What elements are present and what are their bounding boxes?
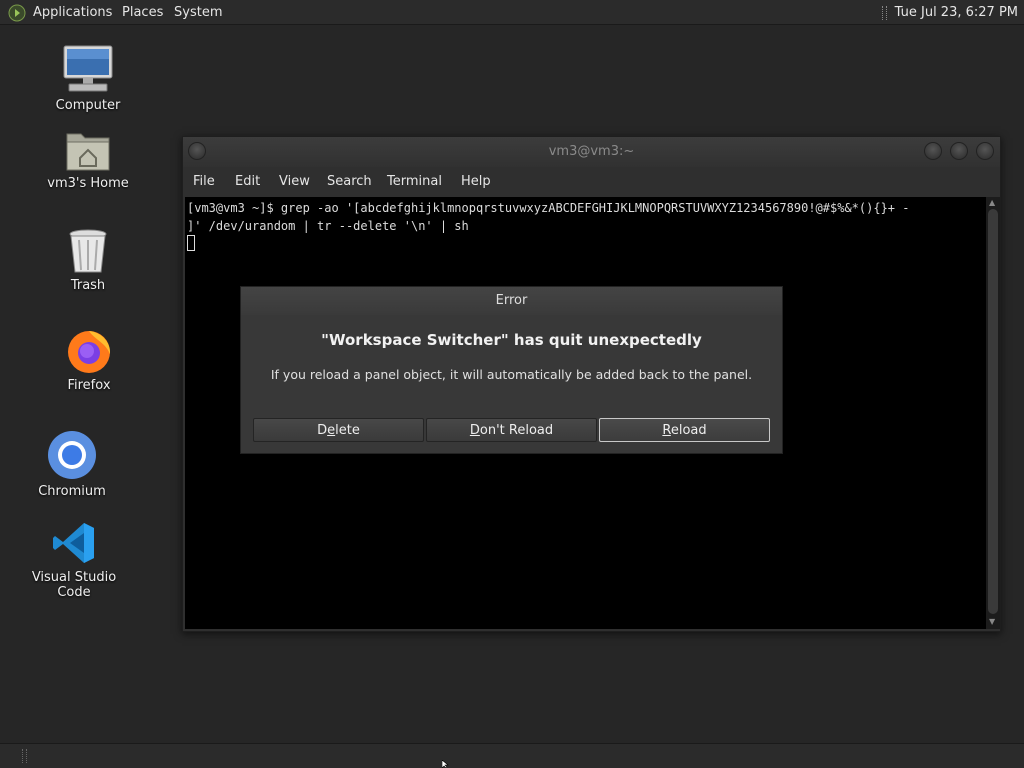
- scrollbar-thumb[interactable]: [988, 209, 998, 614]
- terminal-line: [vm3@vm3 ~]$ grep -ao '[abcdefghijklmnop…: [187, 201, 910, 215]
- desktop-icon-label: vm3's Home: [47, 176, 129, 191]
- gnome-foot-icon[interactable]: [8, 4, 26, 22]
- close-button[interactable]: [976, 142, 994, 160]
- error-dialog[interactable]: Error "Workspace Switcher" has quit unex…: [240, 286, 783, 454]
- desktop-icon-label: Visual Studio Code: [31, 570, 117, 600]
- maximize-button[interactable]: [950, 142, 968, 160]
- desktop-icon-home[interactable]: vm3's Home: [28, 128, 148, 191]
- mnemonic: D: [469, 423, 480, 438]
- dont-reload-button[interactable]: Don't Reload: [426, 418, 597, 442]
- window-title: vm3@vm3:~: [548, 144, 635, 159]
- button-text: on't Reload: [479, 423, 554, 438]
- places-menu[interactable]: Places: [122, 0, 163, 25]
- scroll-up-arrow[interactable]: ▲: [989, 198, 995, 207]
- menu-terminal[interactable]: Terminal: [387, 167, 442, 197]
- menu-file[interactable]: File: [193, 167, 215, 197]
- terminal-cursor: [187, 235, 195, 251]
- button-text: D: [317, 423, 328, 438]
- mnemonic: e: [327, 423, 336, 438]
- title-bar[interactable]: vm3@vm3:~: [183, 137, 1000, 167]
- scroll-down-arrow[interactable]: ▼: [989, 617, 995, 626]
- scrollbar[interactable]: ▲ ▼: [986, 197, 1000, 629]
- vscode-icon: [53, 523, 94, 563]
- desktop-icon-label: Firefox: [67, 378, 111, 393]
- desktop-icon-label: Chromium: [38, 484, 106, 499]
- delete-button[interactable]: Delete: [253, 418, 424, 442]
- desktop-icon-firefox[interactable]: Firefox: [29, 326, 149, 393]
- menu-edit[interactable]: Edit: [235, 167, 260, 197]
- terminal-line: ]' /dev/urandom | tr --delete '\n' | sh: [187, 219, 469, 233]
- menu-help[interactable]: Help: [461, 167, 491, 197]
- desktop-icon-trash[interactable]: Trash: [28, 228, 148, 293]
- bottom-panel: [0, 743, 1024, 768]
- mnemonic: R: [662, 423, 671, 438]
- mouse-pointer-icon: [442, 760, 449, 768]
- minimize-button[interactable]: [924, 142, 942, 160]
- firefox-icon: [68, 331, 111, 373]
- dialog-title: Error: [241, 287, 782, 315]
- clock[interactable]: Tue Jul 23, 6:27 PM: [895, 5, 1018, 20]
- menu-view[interactable]: View: [279, 167, 310, 197]
- panel-handle: [22, 749, 27, 763]
- button-text: lete: [335, 423, 360, 438]
- panel-handle: [881, 5, 887, 20]
- applications-menu[interactable]: Applications: [33, 0, 112, 25]
- dialog-heading: "Workspace Switcher" has quit unexpected…: [321, 331, 702, 349]
- menu-search[interactable]: Search: [327, 167, 372, 197]
- desktop-icon-chromium[interactable]: Chromium: [12, 430, 132, 499]
- desktop-icon-label: Trash: [70, 278, 106, 293]
- top-panel: Applications Places System Tue Jul 23, 6…: [0, 0, 1024, 25]
- computer-icon: [63, 45, 113, 92]
- menu-bar: File Edit View Search Terminal Help: [183, 167, 1000, 197]
- clock-area[interactable]: Tue Jul 23, 6:27 PM: [881, 0, 1018, 25]
- desktop-icon-computer[interactable]: Computer: [28, 44, 148, 113]
- home-folder-icon: [66, 133, 110, 171]
- button-text: eload: [670, 423, 707, 438]
- system-menu[interactable]: System: [174, 0, 222, 25]
- trash-icon: [69, 229, 107, 273]
- reload-button[interactable]: Reload: [599, 418, 770, 442]
- desktop-icon-label: Computer: [55, 98, 121, 113]
- dialog-message: If you reload a panel object, it will au…: [270, 367, 753, 382]
- chromium-icon: [48, 431, 96, 479]
- desktop-icon-vscode[interactable]: Visual Studio Code: [14, 520, 134, 600]
